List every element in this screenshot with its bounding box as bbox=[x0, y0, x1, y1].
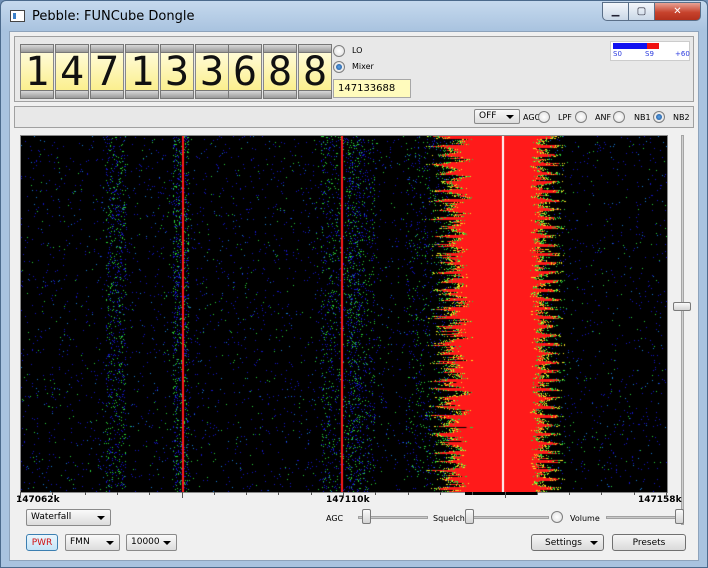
chevron-down-icon bbox=[97, 516, 105, 520]
close-button[interactable]: ✕ bbox=[654, 2, 701, 21]
client-area: 1 4 7 1 3 3 6 8 8 LO Mixer 147133688 S0 … bbox=[9, 31, 699, 561]
frequency-panel: 1 4 7 1 3 3 6 8 8 LO Mixer 147133688 S0 … bbox=[14, 36, 694, 102]
chevron-down-icon bbox=[163, 541, 171, 545]
settings-button[interactable]: Settings bbox=[531, 534, 604, 551]
s-meter-s0: S0 bbox=[613, 50, 622, 58]
frequency-group-hz: 6 8 8 bbox=[228, 44, 333, 99]
axis-tick bbox=[149, 492, 151, 495]
presets-button[interactable]: Presets bbox=[612, 534, 686, 551]
axis-tick bbox=[666, 492, 667, 498]
waterfall-canvas[interactable] bbox=[21, 136, 667, 492]
volume-label: Volume bbox=[570, 514, 600, 523]
axis-tick bbox=[407, 492, 409, 495]
s-meter-s9: S9 bbox=[645, 50, 654, 58]
nb1-label: NB1 bbox=[634, 113, 651, 122]
frequency-digit[interactable]: 6 bbox=[228, 44, 262, 99]
axis-tick bbox=[246, 492, 248, 495]
axis-tick bbox=[116, 492, 118, 495]
squelch-slider-thumb[interactable] bbox=[465, 509, 474, 524]
axis-tick bbox=[633, 492, 635, 495]
axis-tick bbox=[84, 492, 86, 495]
lpf-radio[interactable] bbox=[575, 111, 587, 123]
bandwidth-indicator bbox=[465, 492, 537, 495]
zoom-slider-track[interactable] bbox=[681, 135, 684, 525]
s-meter-over-bar bbox=[647, 43, 659, 49]
frequency-digit[interactable]: 8 bbox=[263, 44, 297, 99]
demod-mode-select[interactable]: FMN bbox=[65, 534, 120, 551]
axis-label-start: 147062k bbox=[16, 495, 60, 505]
chevron-down-icon bbox=[590, 541, 598, 545]
frequency-group-khz: 1 3 3 bbox=[125, 44, 230, 99]
minimize-button[interactable]: ▁ bbox=[602, 2, 629, 21]
axis-tick bbox=[213, 492, 215, 495]
frequency-digit[interactable]: 3 bbox=[160, 44, 194, 99]
squelch-label: Squelch bbox=[433, 514, 465, 523]
axis-tick bbox=[536, 492, 538, 495]
axis-tick bbox=[343, 492, 344, 498]
axis-tick bbox=[278, 492, 280, 495]
axis-tick bbox=[439, 492, 441, 495]
frequency-input[interactable]: 147133688 bbox=[333, 79, 411, 98]
anf-radio[interactable] bbox=[613, 111, 625, 123]
agc-select[interactable]: OFF bbox=[474, 109, 520, 124]
agc-slider-thumb[interactable] bbox=[362, 509, 371, 524]
axis-tick bbox=[472, 492, 474, 495]
filter-toolbar: OFF AGC LPF ANF NB1 NB2 bbox=[14, 106, 694, 128]
agc-slider-label: AGC bbox=[326, 514, 344, 523]
zoom-slider-thumb[interactable] bbox=[673, 302, 691, 311]
frequency-digit[interactable]: 7 bbox=[90, 44, 124, 99]
axis-tick bbox=[375, 492, 377, 495]
frequency-digit[interactable]: 1 bbox=[20, 44, 54, 99]
nb1-radio[interactable] bbox=[653, 111, 665, 123]
chevron-down-icon bbox=[506, 115, 514, 119]
agc-radio[interactable] bbox=[538, 111, 550, 123]
mixer-label: Mixer bbox=[352, 62, 374, 71]
window-title: Pebble: FUNCube Dongle bbox=[32, 9, 195, 24]
lpf-label: LPF bbox=[558, 113, 572, 122]
minimize-icon: ▁ bbox=[611, 6, 620, 17]
axis-tick bbox=[504, 492, 506, 498]
s-meter-level-bar bbox=[613, 43, 647, 49]
axis-tick bbox=[20, 492, 21, 498]
volume-slider-thumb[interactable] bbox=[675, 509, 684, 524]
chevron-down-icon bbox=[106, 541, 114, 545]
power-button[interactable]: PWR bbox=[26, 534, 58, 551]
frequency-digit[interactable]: 3 bbox=[195, 44, 229, 99]
waterfall-display[interactable] bbox=[20, 135, 668, 493]
frequency-digit[interactable]: 4 bbox=[55, 44, 89, 99]
frequency-axis: 147062k 147110k 147158k bbox=[16, 492, 682, 506]
frequency-group-mhz: 1 4 7 bbox=[20, 44, 125, 99]
app-window: Pebble: FUNCube Dongle ▁ ▢ ✕ 1 4 7 1 3 3… bbox=[0, 0, 708, 568]
close-icon: ✕ bbox=[673, 6, 682, 17]
anf-label: ANF bbox=[595, 113, 612, 122]
lo-radio[interactable] bbox=[333, 45, 345, 57]
axis-tick bbox=[601, 492, 603, 495]
axis-label-center: 147110k bbox=[326, 495, 370, 505]
axis-tick bbox=[181, 492, 183, 498]
maximize-button[interactable]: ▢ bbox=[628, 2, 655, 21]
axis-tick bbox=[569, 492, 571, 495]
frequency-digit[interactable]: 8 bbox=[298, 44, 332, 99]
volume-slider-track[interactable] bbox=[606, 516, 684, 519]
maximize-icon: ▢ bbox=[636, 6, 647, 17]
frequency-digit[interactable]: 1 bbox=[125, 44, 159, 99]
display-mode-select[interactable]: Waterfall bbox=[26, 509, 111, 526]
window-app-icon[interactable] bbox=[10, 10, 25, 22]
s-meter: S0 S9 +60 bbox=[610, 41, 690, 61]
axis-label-end: 147158k bbox=[638, 495, 682, 505]
squelch-slider-track[interactable] bbox=[465, 516, 549, 519]
tuning-step-select[interactable]: 10000 bbox=[126, 534, 177, 551]
axis-tick bbox=[310, 492, 312, 495]
title-bar[interactable]: Pebble: FUNCube Dongle ▁ ▢ ✕ bbox=[1, 1, 707, 31]
axis-tick bbox=[52, 492, 54, 495]
mute-radio[interactable] bbox=[551, 511, 563, 523]
nb2-label: NB2 bbox=[673, 113, 690, 122]
lo-label: LO bbox=[352, 46, 363, 55]
mixer-radio[interactable] bbox=[333, 61, 345, 73]
s-meter-plus60: +60 bbox=[675, 50, 690, 58]
